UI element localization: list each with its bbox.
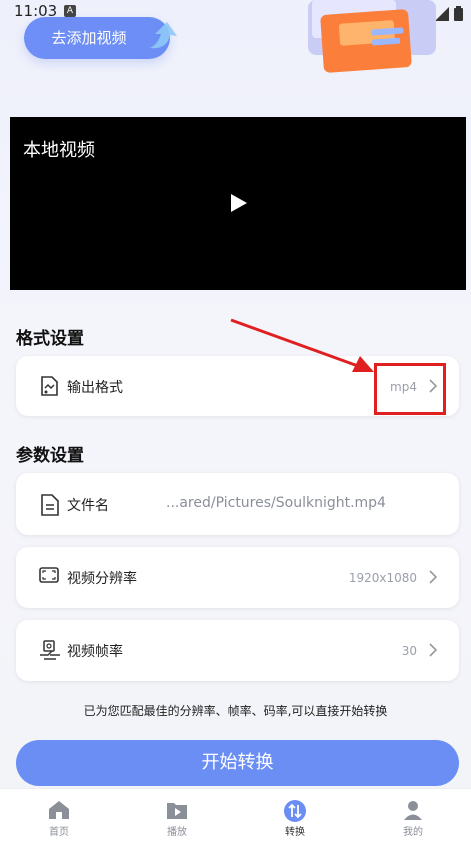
tab-home-label: 首页 [49, 827, 69, 838]
convert-icon [284, 800, 306, 822]
start-convert-button[interactable]: 开始转换 [16, 740, 459, 786]
frame-rate-row[interactable]: 视频帧率 30 [16, 620, 459, 681]
file-name-row[interactable]: 文件名 ...ared/Pictures/Soulknight.mp4 [16, 473, 459, 535]
add-video-label: 去添加视频 [51, 29, 127, 47]
tab-convert-label: 转换 [285, 827, 305, 838]
notification-icon: A [64, 5, 76, 17]
hint-text: 已为您匹配最佳的分辨率、帧率、码率,可以直接开始转换 [83, 704, 388, 718]
annotation-arrow [230, 318, 374, 372]
play-icon[interactable] [230, 193, 248, 213]
user-icon [404, 801, 422, 820]
frame-rate-icon [40, 640, 60, 660]
tab-mine-label: 我的 [403, 827, 423, 838]
tab-mine[interactable]: 我的 [354, 789, 471, 845]
format-section-title: 格式设置 [16, 329, 84, 349]
tab-play[interactable]: 播放 [118, 789, 236, 845]
tab-home[interactable]: 首页 [0, 789, 118, 845]
bottom-tab-bar: 首页 播放 转换 我的 [0, 788, 471, 845]
output-format-label: 输出格式 [67, 380, 123, 396]
params-section-title: 参数设置 [16, 446, 84, 466]
battery-icon [454, 6, 463, 21]
home-icon [49, 801, 69, 819]
resolution-row[interactable]: 视频分辨率 1920x1080 [16, 547, 459, 608]
video-player[interactable]: 本地视频 [10, 117, 466, 290]
chevron-right-icon [429, 643, 437, 657]
resolution-label: 视频分辨率 [67, 571, 137, 587]
resolution-value: 1920x1080 [348, 571, 417, 585]
arrow-up-icon [149, 22, 177, 49]
resolution-icon [39, 567, 59, 583]
play-folder-icon [167, 803, 187, 819]
file-icon [41, 494, 59, 516]
file-name-label: 文件名 [67, 498, 109, 514]
video-title: 本地视频 [23, 140, 95, 161]
annotation-highlight-box [374, 363, 446, 415]
format-icon [41, 376, 58, 396]
frame-rate-value: 30 [401, 644, 417, 658]
tab-convert[interactable]: 转换 [236, 789, 354, 845]
hero-illustration [308, 0, 436, 73]
tab-play-label: 播放 [167, 827, 187, 838]
chevron-right-icon [429, 570, 437, 584]
frame-rate-label: 视频帧率 [67, 644, 123, 660]
file-name-value: ...ared/Pictures/Soulknight.mp4 [166, 495, 386, 511]
